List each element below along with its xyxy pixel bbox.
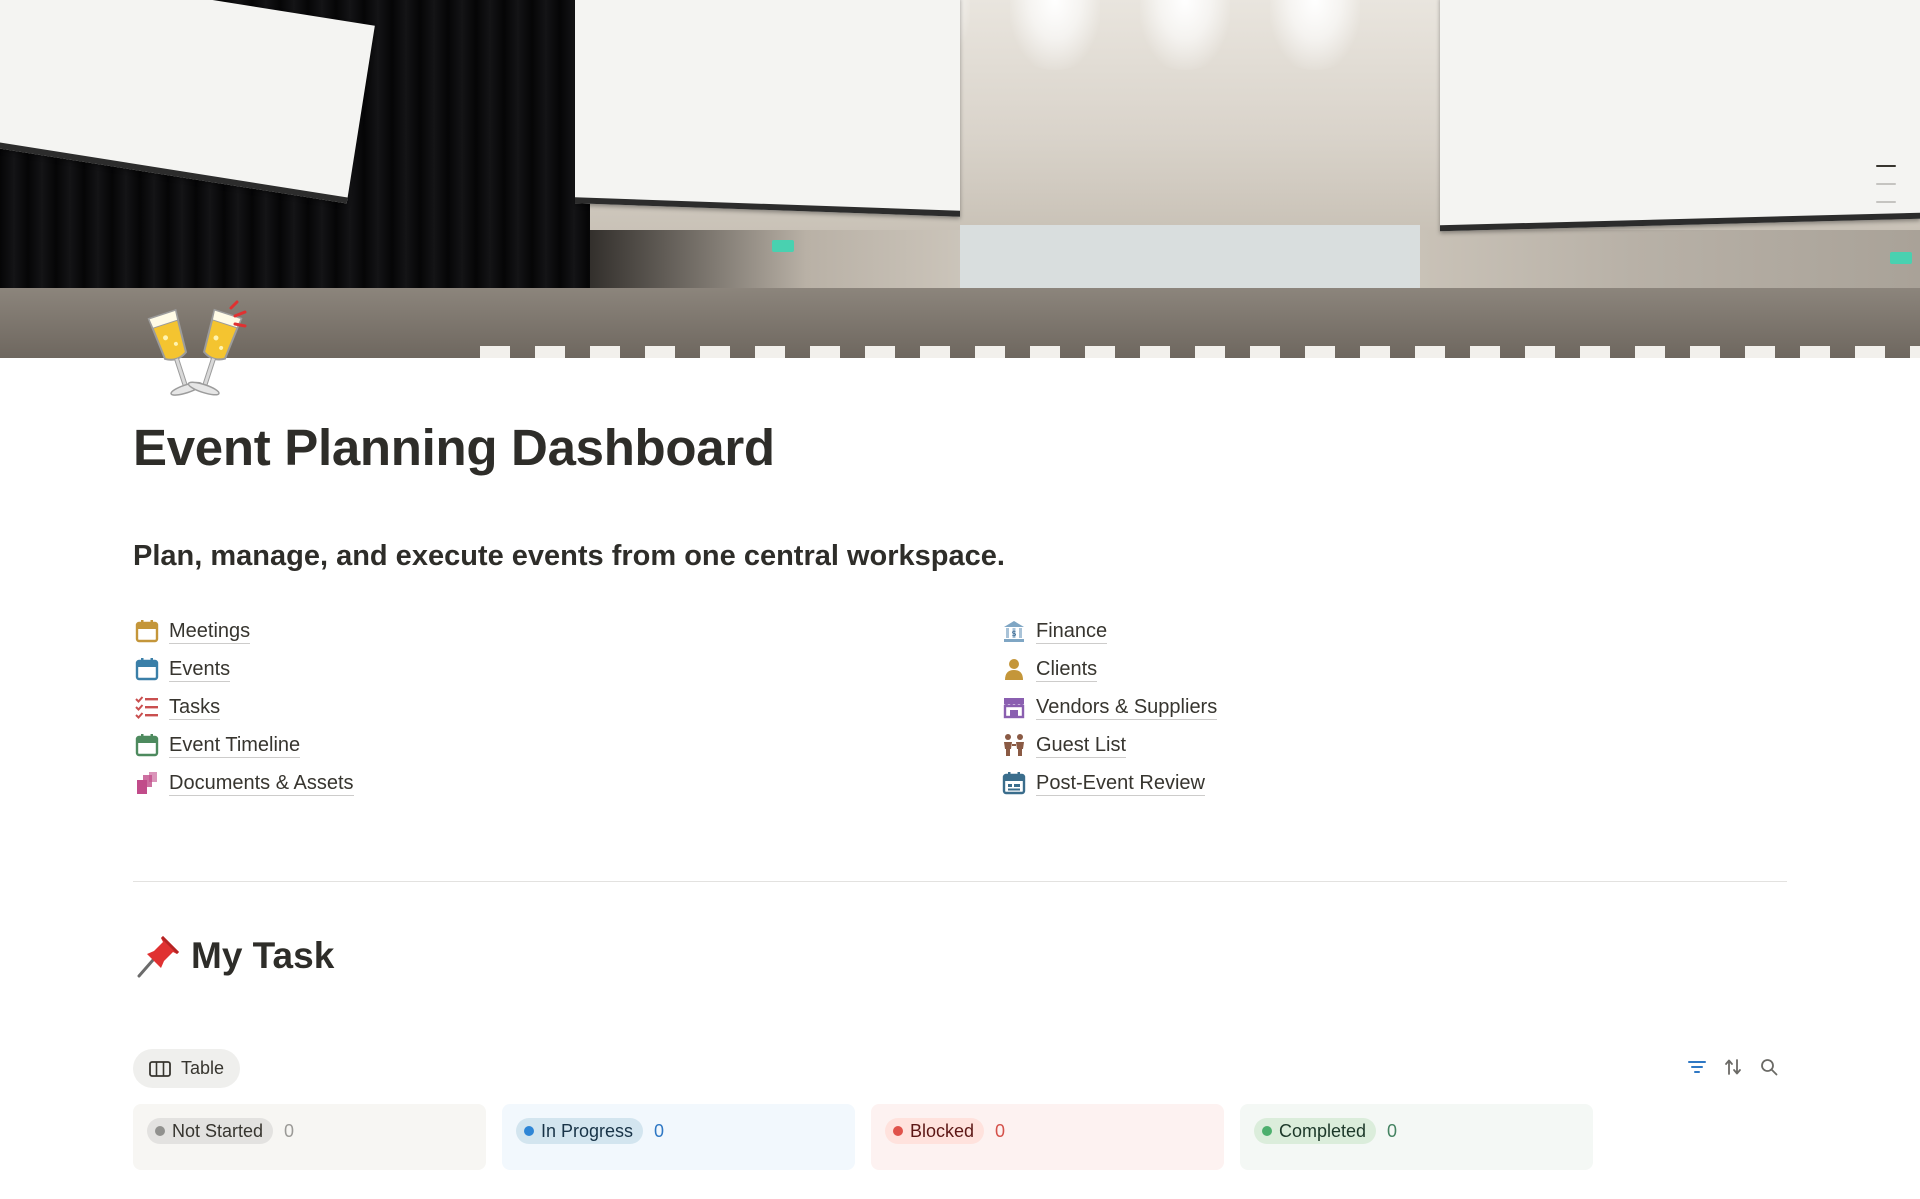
column-count: 0 [995,1121,1006,1141]
status-dot [155,1126,165,1136]
link-vendors-suppliers[interactable]: Vendors & Suppliers [1000,688,1218,726]
column-count: 0 [1387,1121,1398,1141]
champagne-glasses-icon[interactable] [133,300,253,410]
calendar-icon [1000,769,1028,797]
link-finance[interactable]: $ Finance [1000,612,1217,650]
link-tasks[interactable]: Tasks [133,688,354,726]
link-label: Finance [1036,619,1108,644]
section-heading-my-task: My Task [133,934,334,978]
section-title-text: My Task [191,935,335,976]
cover-projector-screen [575,0,960,217]
pushpin-icon [133,934,181,978]
link-label: Vendors & Suppliers [1036,695,1218,720]
cover-exit-sign [1890,252,1912,264]
link-label: Tasks [169,695,221,720]
status-tag-completed: Completed [1254,1118,1377,1144]
link-label: Events [169,657,231,682]
cover-exit-sign [772,240,794,252]
cover-light [1010,0,1100,70]
toc-line [1876,201,1896,203]
link-label: Documents & Assets [169,771,354,796]
sort-icon [1724,1058,1742,1081]
board-column-in-progress[interactable]: In Progress 0 [502,1104,855,1170]
column-count: 0 [654,1121,665,1141]
link-documents-assets[interactable]: Documents & Assets [133,764,354,802]
navigation-links-left: Meetings Events Tasks Event Timeline Doc… [133,612,354,802]
search-icon [1760,1058,1778,1081]
person-icon [1000,655,1028,683]
cover-chairs [480,346,1920,358]
checklist-icon [133,693,161,721]
link-label: Clients [1036,657,1098,682]
people-icon [1000,731,1028,759]
status-label: Completed [1279,1120,1367,1141]
link-events[interactable]: Events [133,650,354,688]
toc-line [1876,165,1896,167]
navigation-links-right: $ Finance Clients Vendors & Suppliers Gu… [1000,612,1218,802]
link-guest-list[interactable]: Guest List [1000,726,1217,764]
filter-icon [1688,1059,1706,1080]
storefront-icon [1000,693,1028,721]
table-icon [149,1060,171,1078]
view-tab-label: Table [181,1058,225,1078]
status-dot [1262,1126,1272,1136]
board-column-completed[interactable]: Completed 0 [1240,1104,1593,1170]
link-label: Event Timeline [169,733,301,758]
documents-icon [133,769,161,797]
link-meetings[interactable]: Meetings [133,612,354,650]
link-post-event-review[interactable]: Post-Event Review [1000,764,1217,802]
calendar-icon [133,731,161,759]
toc-line [1876,183,1896,185]
link-clients[interactable]: Clients [1000,650,1217,688]
status-label: Blocked [910,1120,975,1141]
column-count: 0 [284,1121,295,1141]
search-button[interactable] [1756,1056,1782,1082]
board-column-blocked[interactable]: Blocked 0 [871,1104,1224,1170]
calendar-icon [133,617,161,645]
section-divider [133,881,1787,882]
page-title[interactable]: Event Planning Dashboard [133,418,775,477]
status-tag-in-progress: In Progress [516,1118,644,1144]
view-tab-table[interactable]: Table [133,1049,241,1088]
status-tag-not-started: Not Started [147,1118,274,1144]
cover-projector-screen [1440,0,1920,232]
cover-image [0,0,1920,358]
svg-text:$: $ [1011,629,1016,638]
link-label: Meetings [169,619,251,644]
link-label: Post-Event Review [1036,771,1205,796]
status-tag-blocked: Blocked [885,1118,985,1144]
page-subtitle: Plan, manage, and execute events from on… [133,540,1005,572]
table-of-contents-indicator[interactable] [1876,165,1896,219]
cover-light [1270,0,1360,70]
filter-button[interactable] [1684,1056,1710,1082]
cover-light [1140,0,1230,70]
status-label: Not Started [172,1120,264,1141]
status-dot [893,1126,903,1136]
bank-icon: $ [1000,617,1028,645]
status-label: In Progress [541,1120,634,1141]
sort-button[interactable] [1720,1056,1746,1082]
calendar-icon [133,655,161,683]
link-label: Guest List [1036,733,1127,758]
board-column-not-started[interactable]: Not Started 0 [133,1104,486,1170]
link-event-timeline[interactable]: Event Timeline [133,726,354,764]
status-dot [524,1126,534,1136]
